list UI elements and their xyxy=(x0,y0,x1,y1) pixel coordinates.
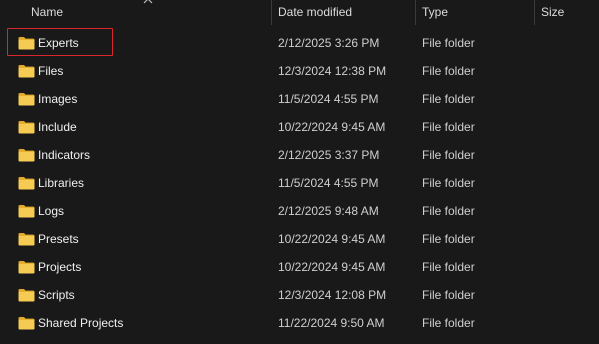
file-name[interactable]: Indicators xyxy=(38,141,90,169)
file-type: File folder xyxy=(422,176,475,190)
file-type: File folder xyxy=(422,316,475,330)
sort-ascending-icon[interactable] xyxy=(143,0,153,5)
column-divider[interactable] xyxy=(534,0,535,25)
file-row[interactable]: Include 10/22/2024 9:45 AM File folder xyxy=(0,113,599,141)
file-type: File folder xyxy=(422,36,475,50)
date-modified: 12/3/2024 12:38 PM xyxy=(278,64,387,78)
file-row[interactable]: Scripts 12/3/2024 12:08 PM File folder xyxy=(0,281,599,309)
folder-icon xyxy=(18,260,35,274)
file-row[interactable]: Logs 2/12/2025 9:48 AM File folder xyxy=(0,197,599,225)
column-header-type[interactable]: Type xyxy=(422,0,448,25)
file-name[interactable]: Experts xyxy=(38,29,79,57)
folder-icon xyxy=(18,92,35,106)
file-type: File folder xyxy=(422,92,475,106)
file-type: File folder xyxy=(422,120,475,134)
folder-icon xyxy=(18,36,35,50)
file-row[interactable]: Projects 10/22/2024 9:45 AM File folder xyxy=(0,253,599,281)
column-header-size[interactable]: Size xyxy=(541,0,564,25)
file-list: Experts 2/12/2025 3:26 PM File folder Files… xyxy=(0,29,599,337)
date-modified: 2/12/2025 9:48 AM xyxy=(278,204,379,218)
file-row[interactable]: Experts 2/12/2025 3:26 PM File folder xyxy=(0,29,599,57)
file-type: File folder xyxy=(422,232,475,246)
file-name[interactable]: Files xyxy=(38,57,63,85)
folder-icon xyxy=(18,204,35,218)
folder-icon xyxy=(18,64,35,78)
column-divider[interactable] xyxy=(271,0,272,25)
column-header-date-modified[interactable]: Date modified xyxy=(278,0,352,25)
file-row[interactable]: Presets 10/22/2024 9:45 AM File folder xyxy=(0,225,599,253)
folder-icon xyxy=(18,176,35,190)
file-name[interactable]: Projects xyxy=(38,253,81,281)
file-name[interactable]: Presets xyxy=(38,225,79,253)
date-modified: 12/3/2024 12:08 PM xyxy=(278,288,387,302)
file-row[interactable]: Images 11/5/2024 4:55 PM File folder xyxy=(0,85,599,113)
date-modified: 10/22/2024 9:45 AM xyxy=(278,120,386,134)
folder-icon xyxy=(18,288,35,302)
file-name[interactable]: Images xyxy=(38,85,77,113)
file-name[interactable]: Shared Projects xyxy=(38,309,123,337)
file-row[interactable]: Libraries 11/5/2024 4:55 PM File folder xyxy=(0,169,599,197)
file-name[interactable]: Include xyxy=(38,113,77,141)
file-type: File folder xyxy=(422,260,475,274)
file-row[interactable]: Shared Projects 11/22/2024 9:50 AM File fo… xyxy=(0,309,599,337)
file-type: File folder xyxy=(422,288,475,302)
folder-icon xyxy=(18,148,35,162)
file-type: File folder xyxy=(422,64,475,78)
file-type: File folder xyxy=(422,148,475,162)
file-name[interactable]: Scripts xyxy=(38,281,75,309)
date-modified: 10/22/2024 9:45 AM xyxy=(278,260,386,274)
column-header-name[interactable]: Name xyxy=(31,0,63,25)
file-name[interactable]: Logs xyxy=(38,197,64,225)
date-modified: 10/22/2024 9:45 AM xyxy=(278,232,386,246)
date-modified: 11/5/2024 4:55 PM xyxy=(278,176,379,190)
file-row[interactable]: Indicators 2/12/2025 3:37 PM File folder xyxy=(0,141,599,169)
date-modified: 2/12/2025 3:37 PM xyxy=(278,148,380,162)
folder-icon xyxy=(18,232,35,246)
date-modified: 2/12/2025 3:26 PM xyxy=(278,36,380,50)
file-row[interactable]: Files 12/3/2024 12:38 PM File folder xyxy=(0,57,599,85)
file-name[interactable]: Libraries xyxy=(38,169,84,197)
date-modified: 11/22/2024 9:50 AM xyxy=(278,316,385,330)
folder-icon xyxy=(18,120,35,134)
column-header-bar: Name Date modified Type Size xyxy=(0,0,599,25)
column-divider[interactable] xyxy=(415,0,416,25)
folder-icon xyxy=(18,316,35,330)
date-modified: 11/5/2024 4:55 PM xyxy=(278,92,379,106)
file-type: File folder xyxy=(422,204,475,218)
